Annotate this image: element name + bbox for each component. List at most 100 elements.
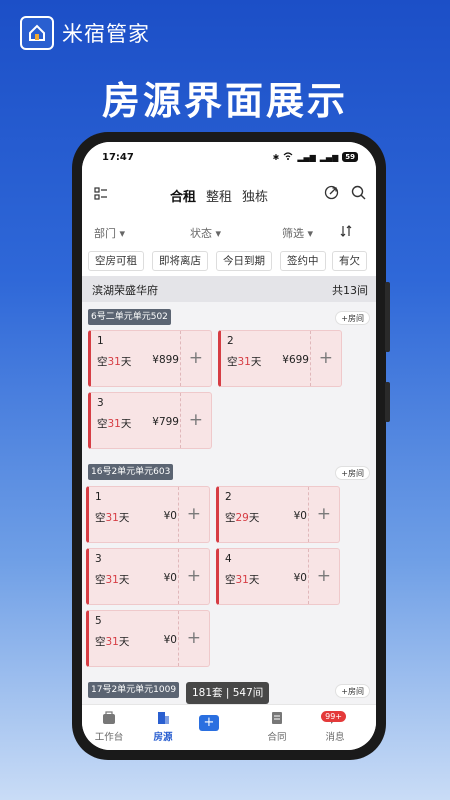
unit-label: 16号2单元单元603 bbox=[88, 464, 174, 480]
room-card[interactable]: 5 空31天 ¥0 + bbox=[86, 610, 210, 667]
room-card[interactable]: 3 空31天 ¥799 + bbox=[88, 392, 212, 449]
nav-actions bbox=[324, 185, 366, 204]
contract-icon bbox=[270, 711, 284, 725]
tab-workbench[interactable]: 工作台 bbox=[84, 711, 134, 743]
tab-shared-rent[interactable]: 合租 bbox=[170, 186, 196, 205]
tab-label: 消息 bbox=[325, 732, 345, 743]
vacancy-text: 空31天 bbox=[227, 356, 262, 368]
plus-icon[interactable]: + bbox=[319, 348, 333, 368]
room-number: 3 bbox=[97, 397, 104, 409]
card-divider bbox=[178, 549, 179, 604]
tab-contracts[interactable]: 合同 bbox=[252, 711, 302, 743]
signal-icon: ▂▄▆ bbox=[319, 152, 339, 162]
share-icon[interactable] bbox=[324, 185, 339, 204]
brand-name: 米宿管家 bbox=[62, 22, 150, 46]
menu-list-icon[interactable] bbox=[94, 186, 108, 205]
room-number: 1 bbox=[95, 491, 102, 503]
phone-frame: 17:47 ✱ ▂▄▆ ▂▄▆ 59 合租 整租 独栋 部门 ▾ 状态 ▾ 筛选… bbox=[72, 132, 390, 760]
plus-icon[interactable]: + bbox=[317, 504, 331, 524]
room-price: ¥0 bbox=[163, 572, 177, 584]
sort-icon[interactable] bbox=[340, 225, 352, 240]
chip-vacant[interactable]: 空房可租 bbox=[88, 251, 144, 271]
card-divider bbox=[178, 487, 179, 542]
top-navbar: 合租 整租 独栋 bbox=[82, 172, 376, 218]
room-card[interactable]: 1 空31天 ¥0 + bbox=[86, 486, 210, 543]
bottom-tabbar: 工作台 房源 + 合同 消息 99+ bbox=[82, 704, 376, 750]
room-price: ¥0 bbox=[163, 510, 177, 522]
chip-leaving-soon[interactable]: 即将离店 bbox=[152, 251, 208, 271]
side-button bbox=[385, 282, 390, 352]
wifi-icon bbox=[283, 152, 293, 162]
add-room-button[interactable]: +房间 bbox=[335, 311, 370, 325]
building-icon bbox=[156, 711, 170, 725]
room-card[interactable]: 3 空31天 ¥0 + bbox=[86, 548, 210, 605]
room-number: 3 bbox=[95, 553, 102, 565]
vacancy-text: 空31天 bbox=[95, 636, 130, 648]
plus-icon[interactable]: + bbox=[187, 628, 201, 648]
card-divider bbox=[180, 331, 181, 386]
room-number: 2 bbox=[225, 491, 232, 503]
workbench-icon bbox=[102, 711, 116, 725]
room-number: 2 bbox=[227, 335, 234, 347]
headline: 房源界面展示 bbox=[101, 79, 348, 123]
plus-icon[interactable]: + bbox=[187, 504, 201, 524]
card-divider bbox=[308, 549, 309, 604]
filter-more[interactable]: 筛选 ▾ bbox=[282, 225, 313, 241]
room-number: 1 bbox=[97, 335, 104, 347]
room-price: ¥0 bbox=[163, 634, 177, 646]
building-name: 滨湖荣盛华府 bbox=[92, 284, 158, 297]
tab-whole-rent[interactable]: 整租 bbox=[206, 186, 232, 205]
room-price: ¥0 bbox=[293, 572, 307, 584]
search-icon[interactable] bbox=[351, 185, 366, 204]
tab-standalone[interactable]: 独栋 bbox=[242, 186, 268, 205]
vacancy-text: 空31天 bbox=[97, 418, 132, 430]
total-count-toast: 181套 | 547间 bbox=[186, 682, 270, 704]
battery-icon: 59 bbox=[342, 152, 358, 162]
room-list: 滨湖荣盛华府 共13间 6号二单元单元502 +房间 1 空31天 ¥899 +… bbox=[82, 276, 376, 704]
plus-icon[interactable]: + bbox=[189, 410, 203, 430]
signal-icon: ▂▄▆ bbox=[297, 152, 316, 162]
tab-listings[interactable]: 房源 bbox=[138, 711, 188, 743]
plus-icon[interactable]: + bbox=[317, 566, 331, 586]
vacancy-text: 空31天 bbox=[95, 512, 130, 524]
chip-signing[interactable]: 签约中 bbox=[280, 251, 326, 271]
room-number: 5 bbox=[95, 615, 102, 627]
room-card[interactable]: 4 空31天 ¥0 + bbox=[216, 548, 340, 605]
filter-bar: 部门 ▾ 状态 ▾ 筛选 ▾ bbox=[82, 218, 376, 246]
tab-label: 合同 bbox=[267, 732, 287, 743]
room-number: 4 bbox=[225, 553, 232, 565]
add-button[interactable]: + bbox=[199, 715, 219, 731]
add-room-button[interactable]: +房间 bbox=[335, 466, 370, 480]
bluetooth-icon: ✱ bbox=[272, 152, 280, 162]
status-time: 17:47 bbox=[102, 151, 134, 163]
vacancy-text: 空31天 bbox=[95, 574, 130, 586]
add-room-button[interactable]: +房间 bbox=[335, 684, 370, 698]
status-icons: ✱ ▂▄▆ ▂▄▆ 59 bbox=[273, 152, 358, 162]
room-card[interactable]: 2 空29天 ¥0 + bbox=[216, 486, 340, 543]
card-divider bbox=[308, 487, 309, 542]
plus-icon[interactable]: + bbox=[189, 348, 203, 368]
card-divider bbox=[310, 331, 311, 386]
room-card[interactable]: 1 空31天 ¥899 + bbox=[88, 330, 212, 387]
app-screen: 17:47 ✱ ▂▄▆ ▂▄▆ 59 合租 整租 独栋 部门 ▾ 状态 ▾ 筛选… bbox=[82, 142, 376, 750]
building-header: 滨湖荣盛华府 共13间 bbox=[82, 276, 376, 302]
quick-filters: 空房可租 即将离店 今日到期 签约中 有欠 bbox=[82, 246, 376, 276]
room-count: 共13间 bbox=[332, 284, 368, 297]
home-logo-icon bbox=[20, 16, 54, 50]
room-price: ¥799 bbox=[152, 416, 179, 428]
room-card[interactable]: 2 空31天 ¥699 + bbox=[218, 330, 342, 387]
brand: 米宿管家 bbox=[20, 16, 150, 50]
plus-icon[interactable]: + bbox=[187, 566, 201, 586]
chip-due-today[interactable]: 今日到期 bbox=[216, 251, 272, 271]
filter-department[interactable]: 部门 ▾ bbox=[94, 225, 125, 241]
card-divider bbox=[178, 611, 179, 666]
unit-label: 17号2单元单元1009 bbox=[88, 682, 180, 698]
tab-label: 房源 bbox=[153, 732, 173, 743]
chip-arrears[interactable]: 有欠 bbox=[332, 251, 367, 271]
room-price: ¥699 bbox=[282, 354, 309, 366]
side-button bbox=[385, 382, 390, 422]
card-divider bbox=[180, 393, 181, 448]
tab-messages[interactable]: 消息 99+ bbox=[310, 711, 360, 743]
filter-status[interactable]: 状态 ▾ bbox=[190, 225, 221, 241]
tab-label: 工作台 bbox=[94, 732, 124, 743]
